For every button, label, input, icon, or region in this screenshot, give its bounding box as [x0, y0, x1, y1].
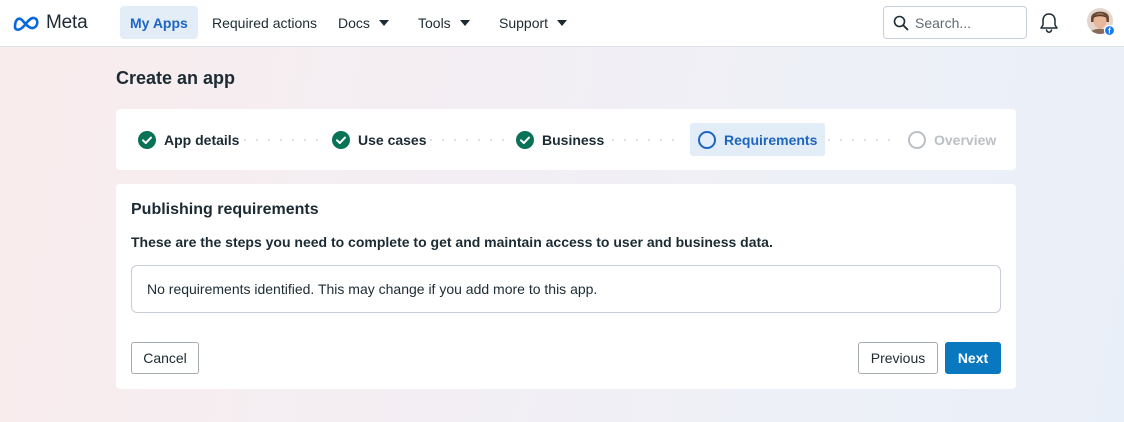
check-circle-icon [332, 130, 350, 149]
search-input[interactable] [915, 14, 1020, 32]
caret-down-icon [557, 19, 568, 26]
check-circle-icon [138, 130, 156, 149]
meta-logo[interactable]: Meta [12, 12, 88, 34]
publishing-requirements-card: Publishing requirements These are the st… [116, 184, 1016, 389]
cancel-button[interactable]: Cancel [131, 342, 199, 374]
nav-my-apps[interactable]: My Apps [120, 6, 198, 39]
notice-text: No requirements identified. This may cha… [147, 281, 598, 297]
search-icon [893, 15, 909, 31]
caret-down-icon [459, 19, 470, 26]
step-label: Business [542, 131, 605, 148]
current-step-circle-icon [698, 130, 716, 149]
step-business[interactable]: Business [508, 123, 612, 156]
step-connector [430, 139, 504, 141]
brand-name: Meta [46, 12, 88, 33]
section-title: Publishing requirements [131, 201, 319, 218]
step-label: App details [164, 131, 240, 148]
avatar-image: f [1087, 8, 1116, 37]
step-use-cases[interactable]: Use cases [324, 123, 435, 156]
step-label: Requirements [724, 131, 818, 148]
nav-label: Docs [338, 14, 370, 31]
step-connector [828, 139, 890, 141]
nav-tools[interactable]: Tools [408, 6, 480, 39]
nav-support[interactable]: Support [489, 6, 577, 39]
nav-required-actions[interactable]: Required actions [202, 6, 327, 39]
nav-docs[interactable]: Docs [328, 6, 399, 39]
empty-step-circle-icon [908, 130, 926, 149]
check-circle-icon [516, 130, 534, 149]
nav-label: My Apps [130, 14, 188, 31]
step-label: Use cases [358, 131, 427, 148]
top-nav: Meta My Apps Required actions Docs Tools… [0, 0, 1124, 47]
nav-label: Required actions [212, 14, 318, 31]
user-avatar[interactable]: f [1087, 8, 1116, 37]
step-connector [244, 139, 318, 141]
search-box[interactable] [883, 6, 1027, 39]
nav-label: Support [499, 14, 549, 31]
svg-text:f: f [1108, 27, 1111, 36]
step-overview[interactable]: Overview [900, 123, 1004, 156]
progress-stepper: App details Use cases Business Requireme… [116, 109, 1016, 170]
step-requirements[interactable]: Requirements [690, 123, 826, 156]
notifications-bell-icon[interactable] [1039, 12, 1059, 34]
caret-down-icon [378, 19, 389, 26]
requirements-notice: No requirements identified. This may cha… [131, 265, 1001, 313]
meta-infinity-icon [13, 16, 39, 31]
next-button[interactable]: Next [945, 342, 1001, 374]
step-app-details[interactable]: App details [130, 123, 247, 156]
nav-label: Tools [418, 14, 451, 31]
page-title: Create an app [116, 68, 236, 88]
step-label: Overview [934, 131, 997, 148]
step-connector [612, 139, 674, 141]
previous-button[interactable]: Previous [858, 342, 938, 374]
section-description: These are the steps you need to complete… [131, 234, 773, 250]
